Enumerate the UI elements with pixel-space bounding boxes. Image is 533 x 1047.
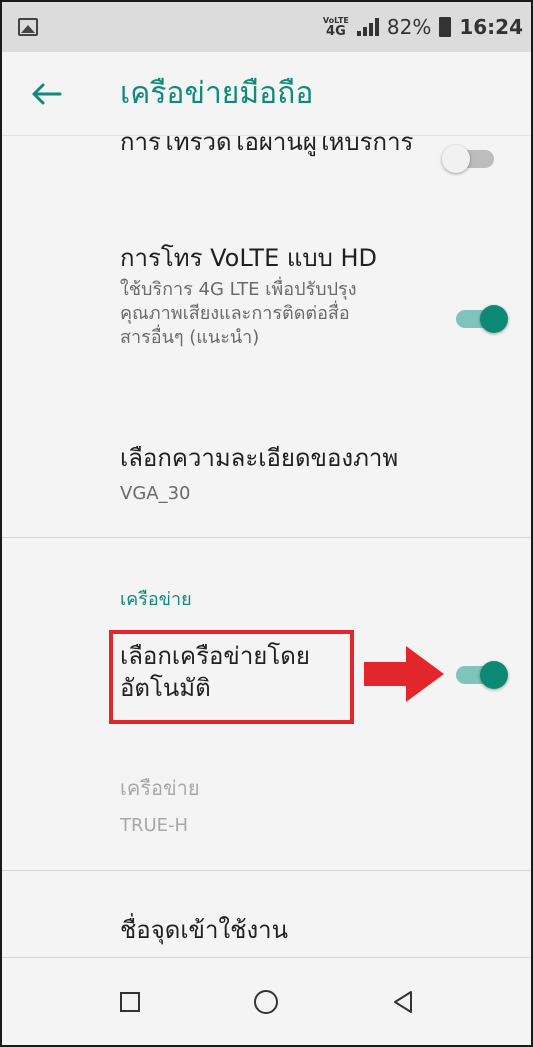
settings-list: การโทรวิดีโอผ่านผู้ให้บริการ การโทร VoLT… — [2, 136, 531, 961]
network-value: TRUE-H — [120, 815, 189, 836]
highlight-box — [109, 630, 354, 724]
network-title: เครือข่าย — [120, 776, 200, 800]
setting-row-volte-hd[interactable]: การโทร VoLTE แบบ HD ใช้บริการ 4G LTE เพื… — [2, 242, 531, 402]
section-header-network: เครือข่าย — [120, 589, 192, 610]
video-calling-toggle[interactable] — [440, 138, 500, 178]
page-title: เครือข่ายมือถือ — [120, 76, 314, 111]
phone-screen: VoLTE 4G 82% 16:24 เครือข่ายมือถือ การโท… — [0, 0, 533, 1047]
battery-percent: 82% — [386, 15, 432, 39]
home-circle-icon[interactable] — [246, 982, 286, 1022]
divider — [2, 870, 531, 871]
battery-icon — [439, 17, 452, 37]
back-triangle-icon[interactable] — [383, 982, 423, 1022]
red-arrow-icon — [364, 646, 444, 702]
video-resolution-value: VGA_30 — [120, 483, 191, 504]
setting-row-apn[interactable]: ชื่อจุดเข้าใช้งาน — [2, 908, 531, 961]
auto-network-toggle[interactable] — [450, 654, 510, 694]
apn-title: ชื่อจุดเข้าใช้งาน — [120, 916, 289, 944]
setting-row-network: เครือข่าย TRUE-H — [2, 772, 531, 842]
clock: 16:24 — [459, 15, 523, 39]
app-bar: เครือข่ายมือถือ — [2, 52, 531, 136]
image-notification-icon — [18, 18, 38, 36]
volte-hd-subtitle: ใช้บริการ 4G LTE เพื่อปรับปรุงคุณภาพเสีย… — [120, 279, 357, 348]
volte-indicator: VoLTE 4G — [323, 16, 349, 38]
video-resolution-title: เลือกความละเอียดของภาพ — [120, 444, 399, 472]
setting-row-video-calling[interactable]: การโทรวิดีโอผ่านผู้ให้บริการ — [2, 136, 531, 202]
network-type-label: 4G — [326, 24, 346, 39]
video-calling-title: การโทรวิดีโอผ่านผู้ให้บริการ — [120, 136, 414, 156]
volte-hd-toggle[interactable] — [450, 298, 510, 338]
arrow-left-icon[interactable] — [30, 74, 90, 114]
divider — [2, 537, 531, 538]
volte-hd-title: การโทร VoLTE แบบ HD — [120, 244, 377, 272]
navigation-bar — [2, 957, 531, 1045]
recents-square-icon[interactable] — [110, 982, 150, 1022]
status-bar: VoLTE 4G 82% 16:24 — [2, 2, 531, 52]
signal-icon — [356, 18, 379, 36]
setting-row-video-resolution[interactable]: เลือกความละเอียดของภาพ VGA_30 — [2, 442, 531, 512]
status-icons: VoLTE 4G 82% 16:24 — [323, 15, 523, 39]
